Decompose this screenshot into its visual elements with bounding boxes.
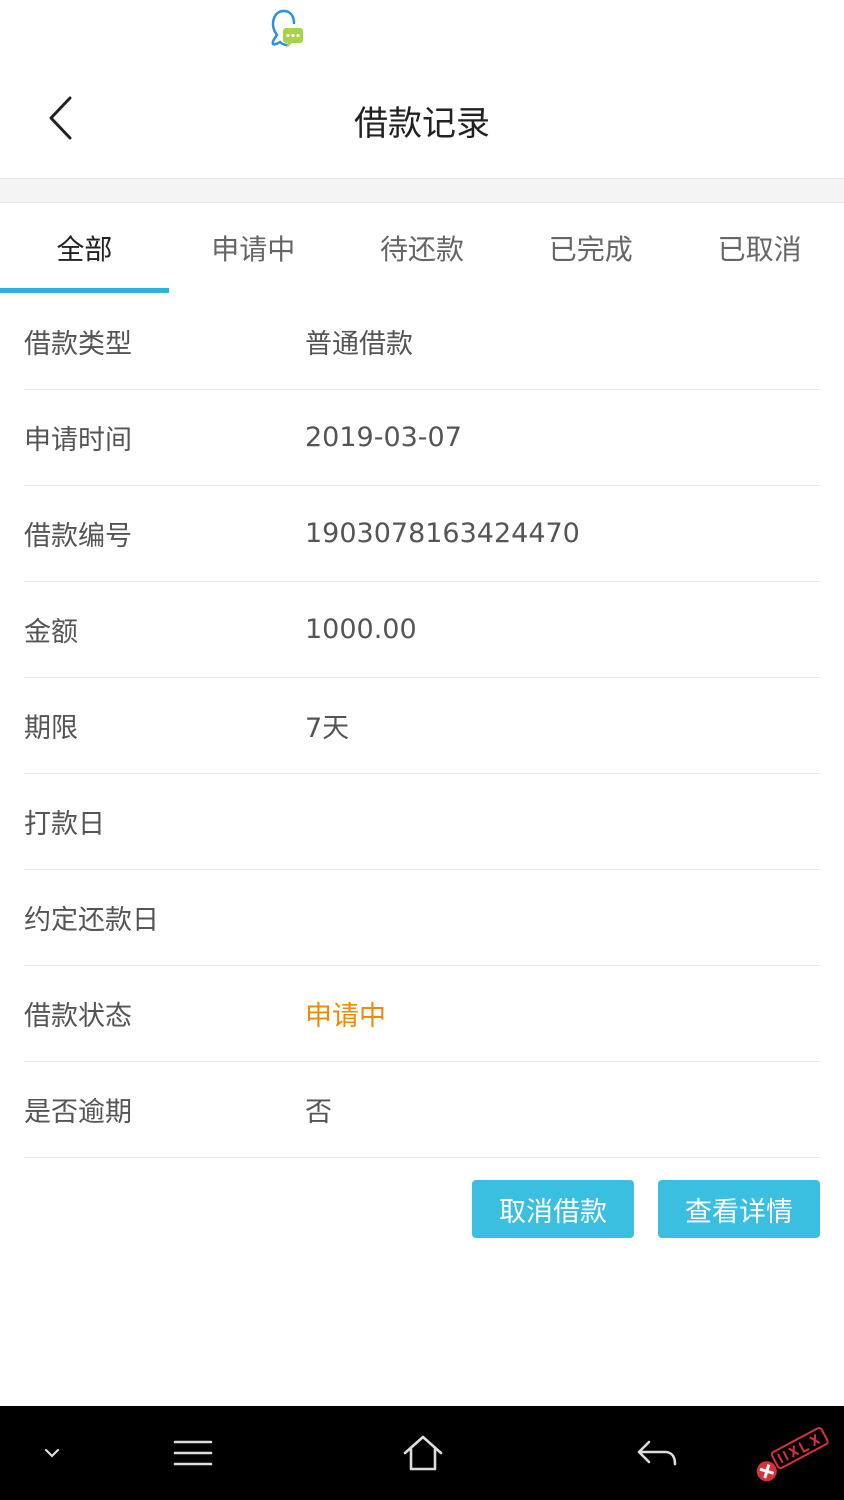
- header: 借款记录: [0, 60, 844, 179]
- row-value: 否: [305, 1097, 332, 1128]
- back-arrow-icon: [637, 1440, 677, 1466]
- chevron-down-icon: [44, 1448, 60, 1458]
- row-value: 1903078163424470: [305, 518, 580, 549]
- detail-row-amount: 金额 1000.00: [24, 582, 820, 678]
- page-title: 借款记录: [354, 104, 490, 144]
- detail-row-loan-type: 借款类型 普通借款: [24, 294, 820, 390]
- status-badge: 申请中: [305, 1001, 386, 1032]
- row-label: 借款编号: [24, 521, 132, 552]
- status-bar: [0, 0, 844, 60]
- row-label: 借款类型: [24, 329, 132, 360]
- nav-home-button[interactable]: [392, 1406, 454, 1500]
- menu-icon: [173, 1440, 213, 1466]
- section-divider: [0, 179, 844, 203]
- row-label: 金额: [24, 617, 78, 648]
- row-label: 是否逾期: [24, 1097, 132, 1128]
- detail-row-disburse-date: 打款日: [24, 774, 820, 870]
- tab-all[interactable]: 全部: [0, 203, 169, 293]
- row-label: 约定还款日: [24, 905, 159, 936]
- row-label: 申请时间: [24, 425, 132, 456]
- action-bar: 取消借款 查看详情: [472, 1180, 820, 1238]
- row-label: 期限: [24, 713, 78, 744]
- cancel-loan-button[interactable]: 取消借款: [472, 1180, 634, 1238]
- detail-row-due-date: 约定还款日: [24, 870, 820, 966]
- tab-pending-repayment[interactable]: 待还款: [338, 203, 507, 293]
- row-value: 7天: [305, 713, 350, 744]
- row-label: 借款状态: [24, 1001, 132, 1032]
- system-nav-bar: [0, 1406, 844, 1500]
- row-value: 普通借款: [305, 329, 413, 360]
- row-value: 2019-03-07: [305, 422, 462, 453]
- qq-chat-icon: [271, 9, 303, 48]
- loan-record-card: 借款类型 普通借款 申请时间 2019-03-07 借款编号 190307816…: [24, 294, 820, 1158]
- home-icon: [403, 1435, 443, 1471]
- view-details-button[interactable]: 查看详情: [658, 1180, 820, 1238]
- tab-applying[interactable]: 申请中: [169, 203, 338, 293]
- row-value: 1000.00: [305, 614, 417, 645]
- tab-completed[interactable]: 已完成: [506, 203, 675, 293]
- tab-bar: 全部 申请中 待还款 已完成 已取消: [0, 203, 844, 293]
- detail-row-apply-time: 申请时间 2019-03-07: [24, 390, 820, 486]
- watermark-logo: [756, 1427, 829, 1482]
- tab-cancelled[interactable]: 已取消: [675, 203, 844, 293]
- detail-row-overdue: 是否逾期 否: [24, 1062, 820, 1158]
- detail-row-loan-number: 借款编号 1903078163424470: [24, 486, 820, 582]
- detail-row-term: 期限 7天: [24, 678, 820, 774]
- row-label: 打款日: [24, 809, 105, 840]
- nav-collapse-button[interactable]: [22, 1406, 82, 1500]
- nav-back-button[interactable]: [626, 1406, 688, 1500]
- detail-row-status: 借款状态 申请中: [24, 966, 820, 1062]
- nav-menu-button[interactable]: [162, 1406, 224, 1500]
